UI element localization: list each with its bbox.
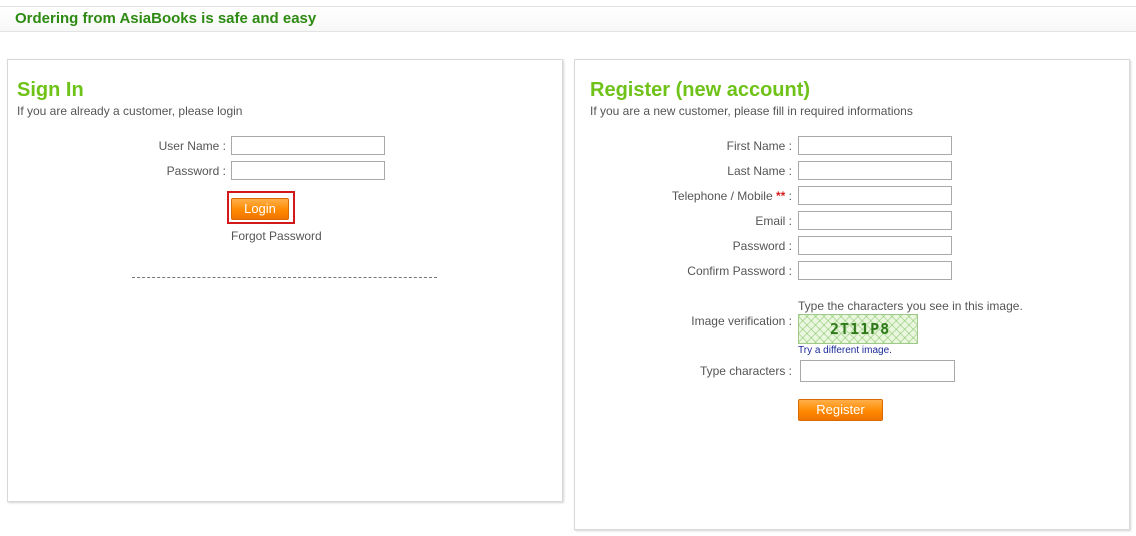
captcha-instruction: Type the characters you see in this imag… xyxy=(798,299,1023,313)
type-characters-label: Type characters : xyxy=(699,364,792,378)
captcha-input[interactable] xyxy=(800,360,955,382)
register-password-input[interactable] xyxy=(798,236,952,255)
required-mark: ** xyxy=(775,189,786,203)
captcha-label: Image verification : xyxy=(691,314,792,328)
telephone-colon: : xyxy=(785,189,792,203)
email-input[interactable] xyxy=(798,211,952,230)
password-input[interactable] xyxy=(231,161,385,180)
confirm-password-label: Confirm Password : xyxy=(687,264,792,278)
top-bar: Ordering from AsiaBooks is safe and easy xyxy=(0,6,1136,32)
last-name-label: Last Name : xyxy=(727,164,792,178)
password-label: Password : xyxy=(166,164,226,178)
telephone-input[interactable] xyxy=(798,186,952,205)
captcha-refresh-link[interactable]: Try a different image. xyxy=(798,345,892,356)
page-headline: Ordering from AsiaBooks is safe and easy xyxy=(15,10,317,27)
register-subtitle: If you are a new customer, please fill i… xyxy=(590,104,913,118)
divider xyxy=(132,277,437,278)
forgot-password-link[interactable]: Forgot Password xyxy=(231,229,322,243)
confirm-password-input[interactable] xyxy=(798,261,952,280)
register-title: Register (new account) xyxy=(590,79,811,101)
telephone-label: Telephone / Mobile xyxy=(671,189,773,203)
signin-panel: Sign In If you are already a customer, p… xyxy=(7,59,563,502)
username-input[interactable] xyxy=(231,136,385,155)
first-name-label: First Name : xyxy=(726,139,792,153)
register-panel: Register (new account) If you are a new … xyxy=(574,59,1130,530)
first-name-input[interactable] xyxy=(798,136,952,155)
login-button[interactable]: Login xyxy=(231,198,289,220)
username-label: User Name : xyxy=(158,139,226,153)
captcha-image: 2T11P8 xyxy=(798,314,918,344)
register-password-label: Password : xyxy=(732,239,792,253)
signin-subtitle: If you are already a customer, please lo… xyxy=(17,104,243,118)
register-button[interactable]: Register xyxy=(798,399,883,421)
telephone-label-group: Telephone / Mobile ** : xyxy=(615,189,792,203)
email-label: Email : xyxy=(755,214,792,228)
last-name-input[interactable] xyxy=(798,161,952,180)
signin-title: Sign In xyxy=(17,79,84,101)
